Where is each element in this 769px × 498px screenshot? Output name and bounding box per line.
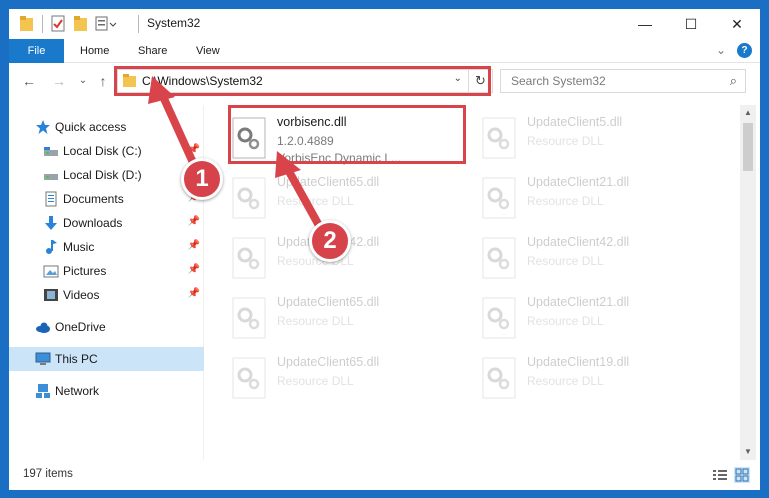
annotation-arrows <box>148 76 331 244</box>
step-2-badge: 2 <box>309 220 351 262</box>
step-1-badge: 1 <box>181 158 223 200</box>
